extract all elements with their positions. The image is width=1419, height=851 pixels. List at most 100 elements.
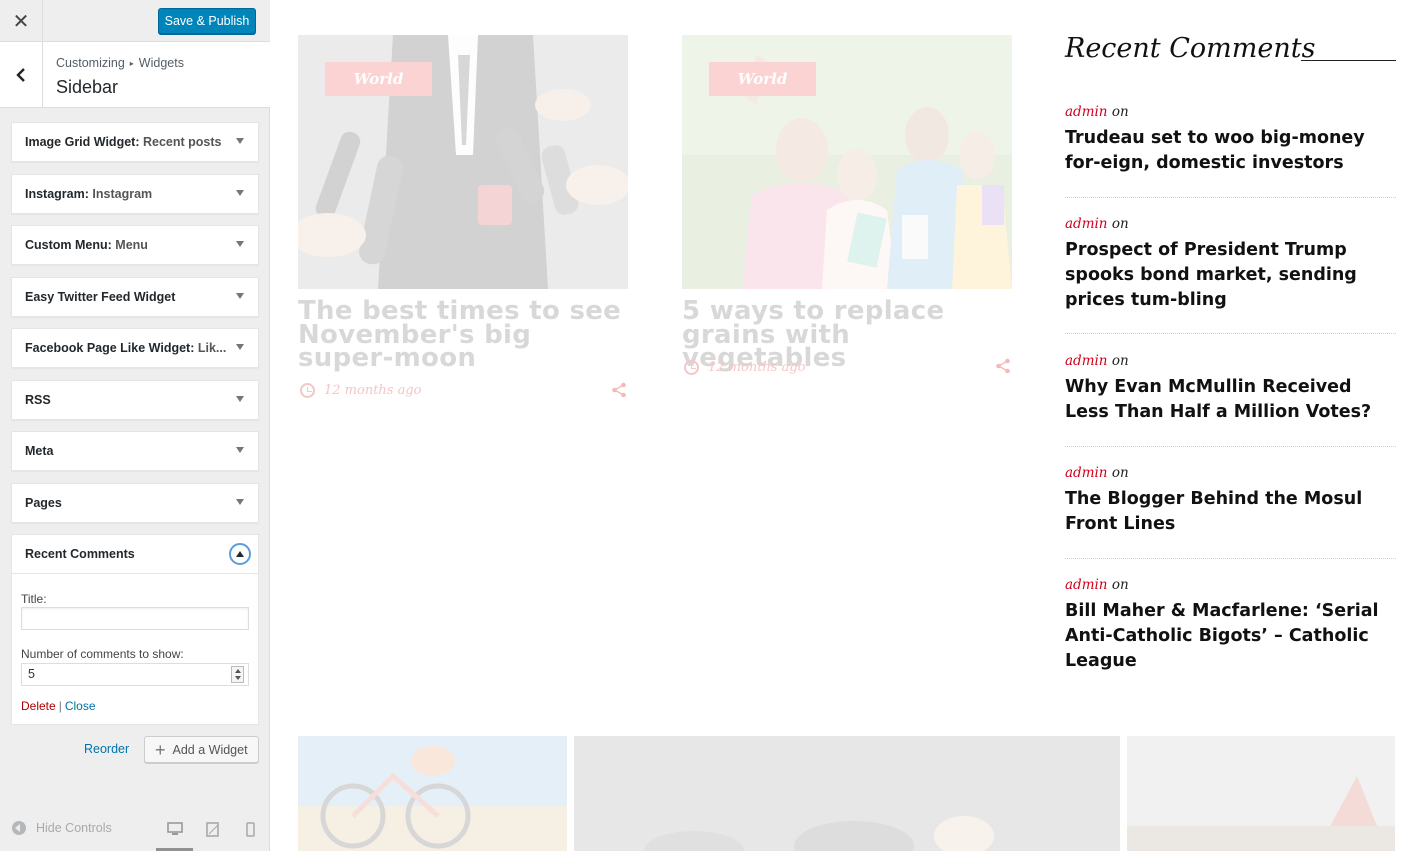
thumbnail-overlay — [574, 736, 1120, 851]
widget-subtitle: Recent posts — [142, 135, 222, 149]
comment-author-line: admin on — [1065, 353, 1396, 369]
breadcrumb-leaf: Widgets — [138, 56, 184, 70]
delete-link[interactable]: Delete — [21, 699, 56, 713]
post-date: 12 months ago — [684, 360, 806, 375]
widget-name: Easy Twitter Feed Widget — [25, 290, 176, 304]
comment-count-label: Number of comments to show: — [21, 647, 184, 661]
thumbnail-overlay — [298, 736, 567, 851]
expand-arrow-icon[interactable] — [236, 344, 244, 350]
comment-divider — [1065, 446, 1396, 447]
close-link[interactable]: Close — [65, 699, 96, 713]
share-icon[interactable] — [995, 358, 1011, 374]
category-badge[interactable]: World — [325, 62, 432, 96]
collapse-toggle-button[interactable] — [229, 543, 251, 565]
widget-name: Instagram: — [25, 187, 89, 201]
close-icon: ✕ — [12, 10, 30, 33]
chevron-left-icon — [16, 67, 25, 82]
customizer-controls: ✕ Save & Publish Customizing ▸ Widgets Sid… — [0, 0, 270, 851]
comment-item: admin on Trudeau set to woo big-money fo… — [1065, 104, 1396, 176]
comment-post-link[interactable]: Bill Maher & Macfarlene: ‘Serial Anti-Ca… — [1065, 599, 1396, 673]
share-icon[interactable] — [611, 382, 627, 398]
bottom-thumbnail[interactable] — [574, 736, 1120, 851]
widget-facebook-page-like[interactable]: Facebook Page Like Widget: Lik... — [11, 328, 259, 368]
widget-name: Pages — [25, 496, 62, 510]
add-widget-button[interactable]: + Add a Widget — [144, 736, 259, 763]
site-preview: World The best times to see November's b… — [271, 0, 1419, 851]
comment-on-word: on — [1111, 465, 1129, 481]
heading-rule — [1301, 60, 1396, 61]
post-card[interactable]: World 5 ways to replace grains with vege… — [682, 35, 1012, 395]
expand-arrow-icon[interactable] — [236, 190, 244, 196]
comment-count-value: 5 — [28, 667, 35, 681]
widget-title: Image Grid Widget: Recent posts — [25, 135, 221, 149]
back-button[interactable] — [0, 42, 43, 107]
widget-image-grid[interactable]: Image Grid Widget: Recent posts — [11, 122, 259, 162]
stepper-icon[interactable] — [231, 666, 244, 683]
breadcrumb-separator-icon: ▸ — [129, 59, 134, 68]
comment-divider — [1065, 197, 1396, 198]
widget-title: Custom Menu: Menu — [25, 238, 148, 252]
comment-author[interactable]: admin — [1065, 104, 1108, 120]
save-publish-button[interactable]: Save & Publish — [158, 8, 256, 34]
mobile-preview-icon[interactable] — [246, 822, 255, 837]
widget-name: Image Grid Widget: — [25, 135, 140, 149]
comment-author-line: admin on — [1065, 104, 1396, 120]
widget-title: Meta — [25, 444, 53, 458]
comment-author[interactable]: admin — [1065, 577, 1108, 593]
close-customizer-button[interactable]: ✕ — [0, 0, 43, 42]
post-card[interactable]: World The best times to see November's b… — [298, 35, 628, 415]
recent-comments-heading: Recent Comments — [1065, 33, 1316, 64]
comment-divider — [1065, 333, 1396, 334]
reorder-link[interactable]: Reorder — [84, 742, 129, 756]
widget-custom-menu[interactable]: Custom Menu: Menu — [11, 225, 259, 265]
expand-arrow-icon[interactable] — [236, 499, 244, 505]
comment-author[interactable]: admin — [1065, 353, 1108, 369]
post-thumbnail[interactable]: World — [682, 35, 1012, 289]
comment-post-link[interactable]: Prospect of President Trump spooks bond … — [1065, 238, 1396, 312]
widget-rss[interactable]: RSS — [11, 380, 259, 420]
widget-easy-twitter-feed[interactable]: Easy Twitter Feed Widget — [11, 277, 259, 317]
post-thumbnail[interactable]: World — [298, 35, 628, 289]
widget-header[interactable]: Recent Comments — [12, 535, 258, 574]
comment-on-word: on — [1111, 577, 1129, 593]
widget-instagram[interactable]: Instagram: Instagram — [11, 174, 259, 214]
title-label: Title: — [21, 592, 47, 606]
clock-icon — [300, 383, 315, 398]
tablet-preview-icon[interactable] — [206, 822, 219, 837]
comment-item: admin on The Blogger Behind the Mosul Fr… — [1065, 465, 1396, 537]
expand-arrow-icon[interactable] — [236, 138, 244, 144]
bottom-thumbnail[interactable] — [1127, 736, 1395, 851]
widget-name: Facebook Page Like Widget: — [25, 341, 195, 355]
comment-item: admin on Prospect of President Trump spo… — [1065, 216, 1396, 312]
comment-on-word: on — [1111, 353, 1129, 369]
customizer-header: ✕ Save & Publish — [0, 0, 270, 42]
widget-pages[interactable]: Pages — [11, 483, 259, 523]
hide-controls-button[interactable]: Hide Controls — [12, 821, 112, 835]
comment-count-input[interactable]: 5 — [21, 663, 249, 686]
breadcrumb: Customizing ▸ Widgets — [56, 56, 184, 70]
comment-author-line: admin on — [1065, 577, 1396, 593]
comment-author[interactable]: admin — [1065, 465, 1108, 481]
expand-arrow-icon[interactable] — [236, 241, 244, 247]
widget-name: Meta — [25, 444, 54, 458]
comment-author[interactable]: admin — [1065, 216, 1108, 232]
widget-name: Recent Comments — [25, 547, 135, 561]
widget-recent-comments: Recent Comments Title: Number of comment… — [11, 534, 259, 725]
expand-arrow-icon[interactable] — [236, 396, 244, 402]
collapse-icon — [12, 821, 26, 835]
post-date-text: 12 months ago — [708, 360, 806, 375]
bottom-thumbnail[interactable] — [298, 736, 567, 851]
widget-subtitle: Lik... — [197, 341, 227, 355]
title-input[interactable] — [21, 607, 249, 630]
comment-post-link[interactable]: Why Evan McMullin Received Less Than Hal… — [1065, 375, 1396, 425]
post-title[interactable]: The best times to see November's big sup… — [298, 298, 628, 371]
desktop-preview-icon[interactable] — [167, 822, 183, 836]
widget-meta[interactable]: Meta — [11, 431, 259, 471]
comment-on-word: on — [1111, 104, 1129, 120]
expand-arrow-icon[interactable] — [236, 447, 244, 453]
comment-post-link[interactable]: The Blogger Behind the Mosul Front Lines — [1065, 487, 1396, 537]
comment-post-link[interactable]: Trudeau set to woo big-money for-eign, d… — [1065, 126, 1396, 176]
comment-author-line: admin on — [1065, 465, 1396, 481]
category-badge[interactable]: World — [709, 62, 816, 96]
expand-arrow-icon[interactable] — [236, 293, 244, 299]
